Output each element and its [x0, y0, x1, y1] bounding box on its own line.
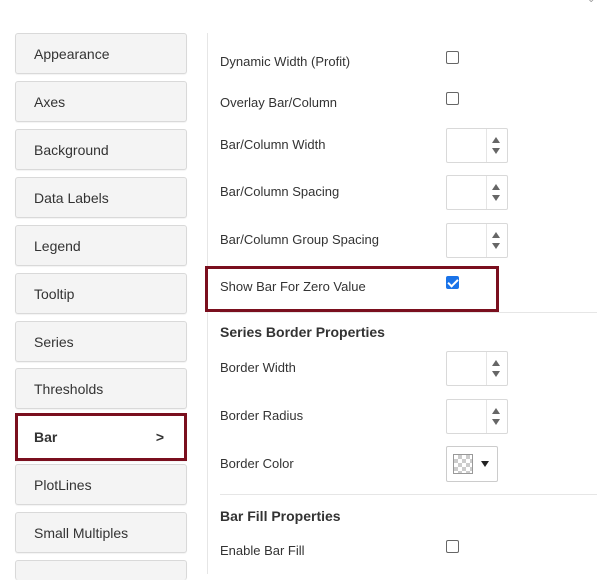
border-radius-label: Border Radius: [220, 408, 304, 423]
nav-item-data-labels[interactable]: Data Labels: [15, 177, 187, 218]
series-border-properties-title: Series Border Properties: [220, 324, 385, 340]
nav-item-legend[interactable]: Legend: [15, 225, 187, 266]
nav-item-thresholds[interactable]: Thresholds: [15, 368, 187, 409]
caret-up-icon[interactable]: [492, 408, 500, 414]
nav-item-label: Appearance: [34, 45, 110, 62]
stepper-buttons: [486, 129, 507, 162]
nav-item-partial[interactable]: [15, 560, 187, 580]
nav-item-label: Tooltip: [34, 285, 75, 302]
overlay-bar-column-checkbox[interactable]: [446, 92, 459, 105]
stepper-buttons: [486, 224, 507, 257]
caret-down-icon[interactable]: [492, 195, 500, 201]
border-width-stepper[interactable]: [446, 351, 508, 386]
nav-item-tooltip[interactable]: Tooltip: [15, 273, 187, 314]
nav-item-series[interactable]: Series: [15, 321, 187, 362]
caret-down-icon[interactable]: [492, 148, 500, 154]
dynamic-width-profit-checkbox[interactable]: [446, 51, 459, 64]
caret-down-icon[interactable]: [492, 371, 500, 377]
enable-bar-fill-label: Enable Bar Fill: [220, 543, 305, 558]
nav-item-label: Data Labels: [34, 189, 109, 206]
nav-item-label: Axes: [34, 93, 66, 110]
border-color-label: Border Color: [220, 456, 294, 471]
enable-bar-fill-checkbox[interactable]: [446, 540, 459, 553]
caret-up-icon[interactable]: [492, 232, 500, 238]
transparent-swatch-icon: [453, 454, 473, 474]
chevron-right-icon: >: [155, 429, 164, 445]
nav-item-label: Thresholds: [34, 380, 104, 397]
nav-item-background[interactable]: Background: [15, 129, 187, 170]
nav-item-label: Bar: [34, 429, 58, 445]
stepper-buttons: [486, 176, 507, 209]
nav-item-label: Small Multiples: [34, 524, 129, 541]
overlay-bar-column-label: Overlay Bar/Column: [220, 95, 338, 110]
nav-item-axes[interactable]: Axes: [15, 81, 187, 122]
section-divider: [220, 494, 597, 495]
stepper-buttons: [486, 400, 507, 433]
bar-column-spacing-stepper[interactable]: [446, 175, 508, 210]
stepper-buttons: [486, 352, 507, 385]
nav-item-label: Series: [34, 333, 74, 350]
bar-column-spacing-label: Bar/Column Spacing: [220, 184, 340, 199]
border-radius-stepper[interactable]: [446, 399, 508, 434]
caret-up-icon[interactable]: [492, 360, 500, 366]
nav-item-appearance[interactable]: Appearance: [15, 33, 187, 74]
border-color-picker[interactable]: [446, 446, 498, 482]
dynamic-width-profit-label: Dynamic Width (Profit): [220, 54, 351, 69]
bar-fill-properties-title: Bar Fill Properties: [220, 508, 341, 524]
nav-item-bar[interactable]: Bar >: [15, 413, 187, 461]
bar-column-group-spacing-stepper[interactable]: [446, 223, 508, 258]
highlight-annotation: [205, 266, 499, 312]
caret-down-icon[interactable]: [492, 419, 500, 425]
nav-item-label: Background: [34, 141, 109, 158]
border-width-label: Border Width: [220, 360, 296, 375]
section-divider: [220, 312, 597, 313]
bar-column-width-stepper[interactable]: [446, 128, 508, 163]
caret-up-icon[interactable]: [492, 137, 500, 143]
nav-item-small-multiples[interactable]: Small Multiples: [15, 512, 187, 553]
caret-up-icon[interactable]: [492, 184, 500, 190]
nav-item-label: Legend: [34, 237, 81, 254]
nav-item-plotlines[interactable]: PlotLines: [15, 464, 187, 505]
bar-column-group-spacing-label: Bar/Column Group Spacing: [220, 232, 379, 247]
bar-column-width-label: Bar/Column Width: [220, 137, 326, 152]
caret-down-icon[interactable]: [492, 243, 500, 249]
nav-item-label: PlotLines: [34, 476, 92, 493]
caret-down-icon: [481, 461, 489, 467]
